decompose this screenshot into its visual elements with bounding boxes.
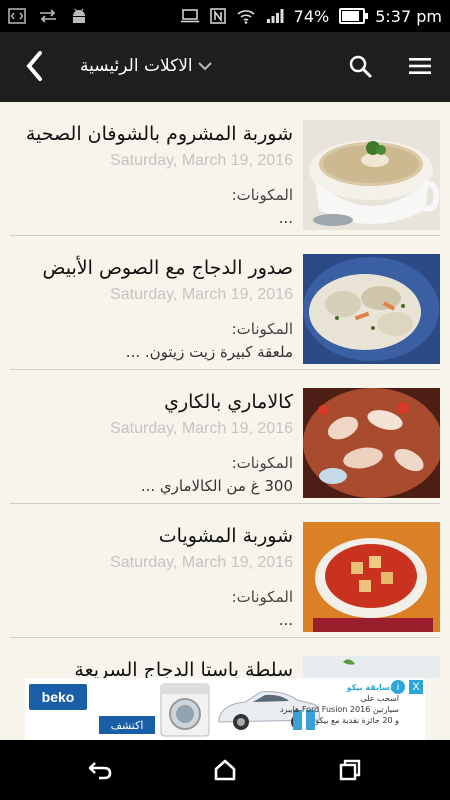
recipe-text: صدور الدجاج مع الصوص الأبيض Saturday, Ma… [10, 254, 294, 364]
ingredients-label: المكونات: [231, 186, 293, 204]
clock: 5:37 pm [375, 6, 442, 26]
recents-icon [339, 759, 361, 781]
status-right-icons: 74% 5:37 pm [180, 7, 442, 26]
code-icon [8, 8, 26, 24]
sync-arrows-icon [40, 9, 56, 23]
mushroom-soup-image [303, 120, 440, 230]
recipe-card[interactable]: شوربة المشروم بالشوفان الصحية Saturday, … [10, 102, 440, 236]
category-dropdown[interactable]: الاكلات الرئيسية [80, 50, 213, 82]
beko-logo: beko [29, 684, 87, 710]
chevron-left-icon [26, 51, 42, 81]
chicken-white-sauce-image [303, 254, 440, 364]
app-bar: الاكلات الرئيسية [0, 32, 450, 102]
recipe-title[interactable]: كالاماري بالكاري [10, 388, 293, 416]
ad-text-line: سيارتين Ford Fusion 2016 هايبرد [279, 705, 399, 714]
ad-info-icon[interactable]: i [391, 680, 405, 694]
system-nav-bar [0, 740, 450, 800]
recipe-date: Saturday, March 19, 2016 [110, 554, 293, 571]
back-arrow-icon [88, 762, 112, 780]
ingredients-label: المكونات: [231, 454, 293, 472]
battery-percent: 74% [293, 6, 330, 26]
recipe-title[interactable]: شوربة المشروم بالشوفان الصحية [10, 120, 293, 148]
laptop-icon [180, 9, 199, 23]
ad-banner[interactable]: beko اكتشف ...سابقة بيكو اسحب على سيارتي… [25, 678, 425, 740]
recipe-text: شوربة المشويات Saturday, March 19, 2016 … [10, 522, 293, 632]
recipe-text: سلطة باستا الدجاج السريعة [10, 656, 293, 678]
recipe-text: كالاماري بالكاري Saturday, March 19, 201… [10, 388, 293, 498]
grilled-soup-image [303, 522, 440, 632]
ad-text: ...سابقة بيكو اسحب على سيارتين Ford Fusi… [279, 682, 399, 726]
hamburger-menu-icon [409, 58, 431, 74]
ingredients-snippet: ملعقة كبيرة زيت زيتون. ... [125, 343, 293, 361]
search-button[interactable] [340, 46, 380, 86]
recipe-date: Saturday, March 19, 2016 [110, 152, 293, 169]
ingredients-snippet: ... [278, 611, 293, 629]
recipe-card[interactable]: شوربة المشويات Saturday, March 19, 2016 … [10, 504, 440, 638]
ad-text-line: اسحب على [360, 694, 399, 703]
menu-button[interactable] [400, 46, 440, 86]
calamari-image [303, 388, 440, 498]
ad-text-line: و 20 جائزة نقدية مع بيكو [315, 716, 399, 725]
recipe-text: شوربة المشروم بالشوفان الصحية Saturday, … [10, 120, 293, 230]
ingredients-label: المكونات: [231, 320, 293, 338]
ad-close-icon[interactable]: X [409, 680, 423, 694]
nav-back-button[interactable] [80, 750, 120, 790]
status-bar: 74% 5:37 pm [0, 0, 450, 32]
recipe-title[interactable]: صدور الدجاج مع الصوص الأبيض [10, 254, 294, 282]
chevron-down-icon [197, 62, 212, 71]
recipe-card[interactable]: سلطة باستا الدجاج السريعة [10, 638, 440, 678]
nav-home-button[interactable] [205, 750, 245, 790]
ad-discover-button[interactable]: اكتشف [99, 716, 155, 734]
washing-machine-image [160, 683, 210, 737]
nav-recents-button[interactable] [330, 750, 370, 790]
status-left-icons [8, 7, 88, 25]
search-icon [349, 55, 372, 78]
nfc-icon [209, 8, 226, 24]
recipe-card[interactable]: صدور الدجاج مع الصوص الأبيض Saturday, Ma… [10, 236, 440, 370]
ingredients-label: المكونات: [231, 588, 293, 606]
ad-text-line: ...سابقة بيكو [346, 683, 399, 692]
recipe-list[interactable]: شوربة المشروم بالشوفان الصحية Saturday, … [0, 102, 450, 678]
recipe-title[interactable]: سلطة باستا الدجاج السريعة [10, 656, 293, 678]
android-icon [73, 8, 85, 23]
battery-fill [342, 11, 359, 21]
back-button[interactable] [14, 46, 54, 86]
ingredients-snippet: 300 غ من الكالاماري ... [140, 477, 293, 495]
battery-icon [339, 8, 369, 24]
recipe-date: Saturday, March 19, 2016 [110, 286, 293, 303]
recipe-title[interactable]: شوربة المشويات [10, 522, 293, 550]
home-icon [214, 759, 236, 781]
recipe-card[interactable]: كالاماري بالكاري Saturday, March 19, 201… [10, 370, 440, 504]
recipe-date: Saturday, March 19, 2016 [110, 420, 293, 437]
signal-icon [266, 9, 284, 23]
pasta-salad-image [303, 656, 440, 678]
ingredients-snippet: ... [278, 209, 293, 227]
wifi-icon [237, 10, 255, 24]
page-title: الاكلات الرئيسية [80, 56, 193, 76]
